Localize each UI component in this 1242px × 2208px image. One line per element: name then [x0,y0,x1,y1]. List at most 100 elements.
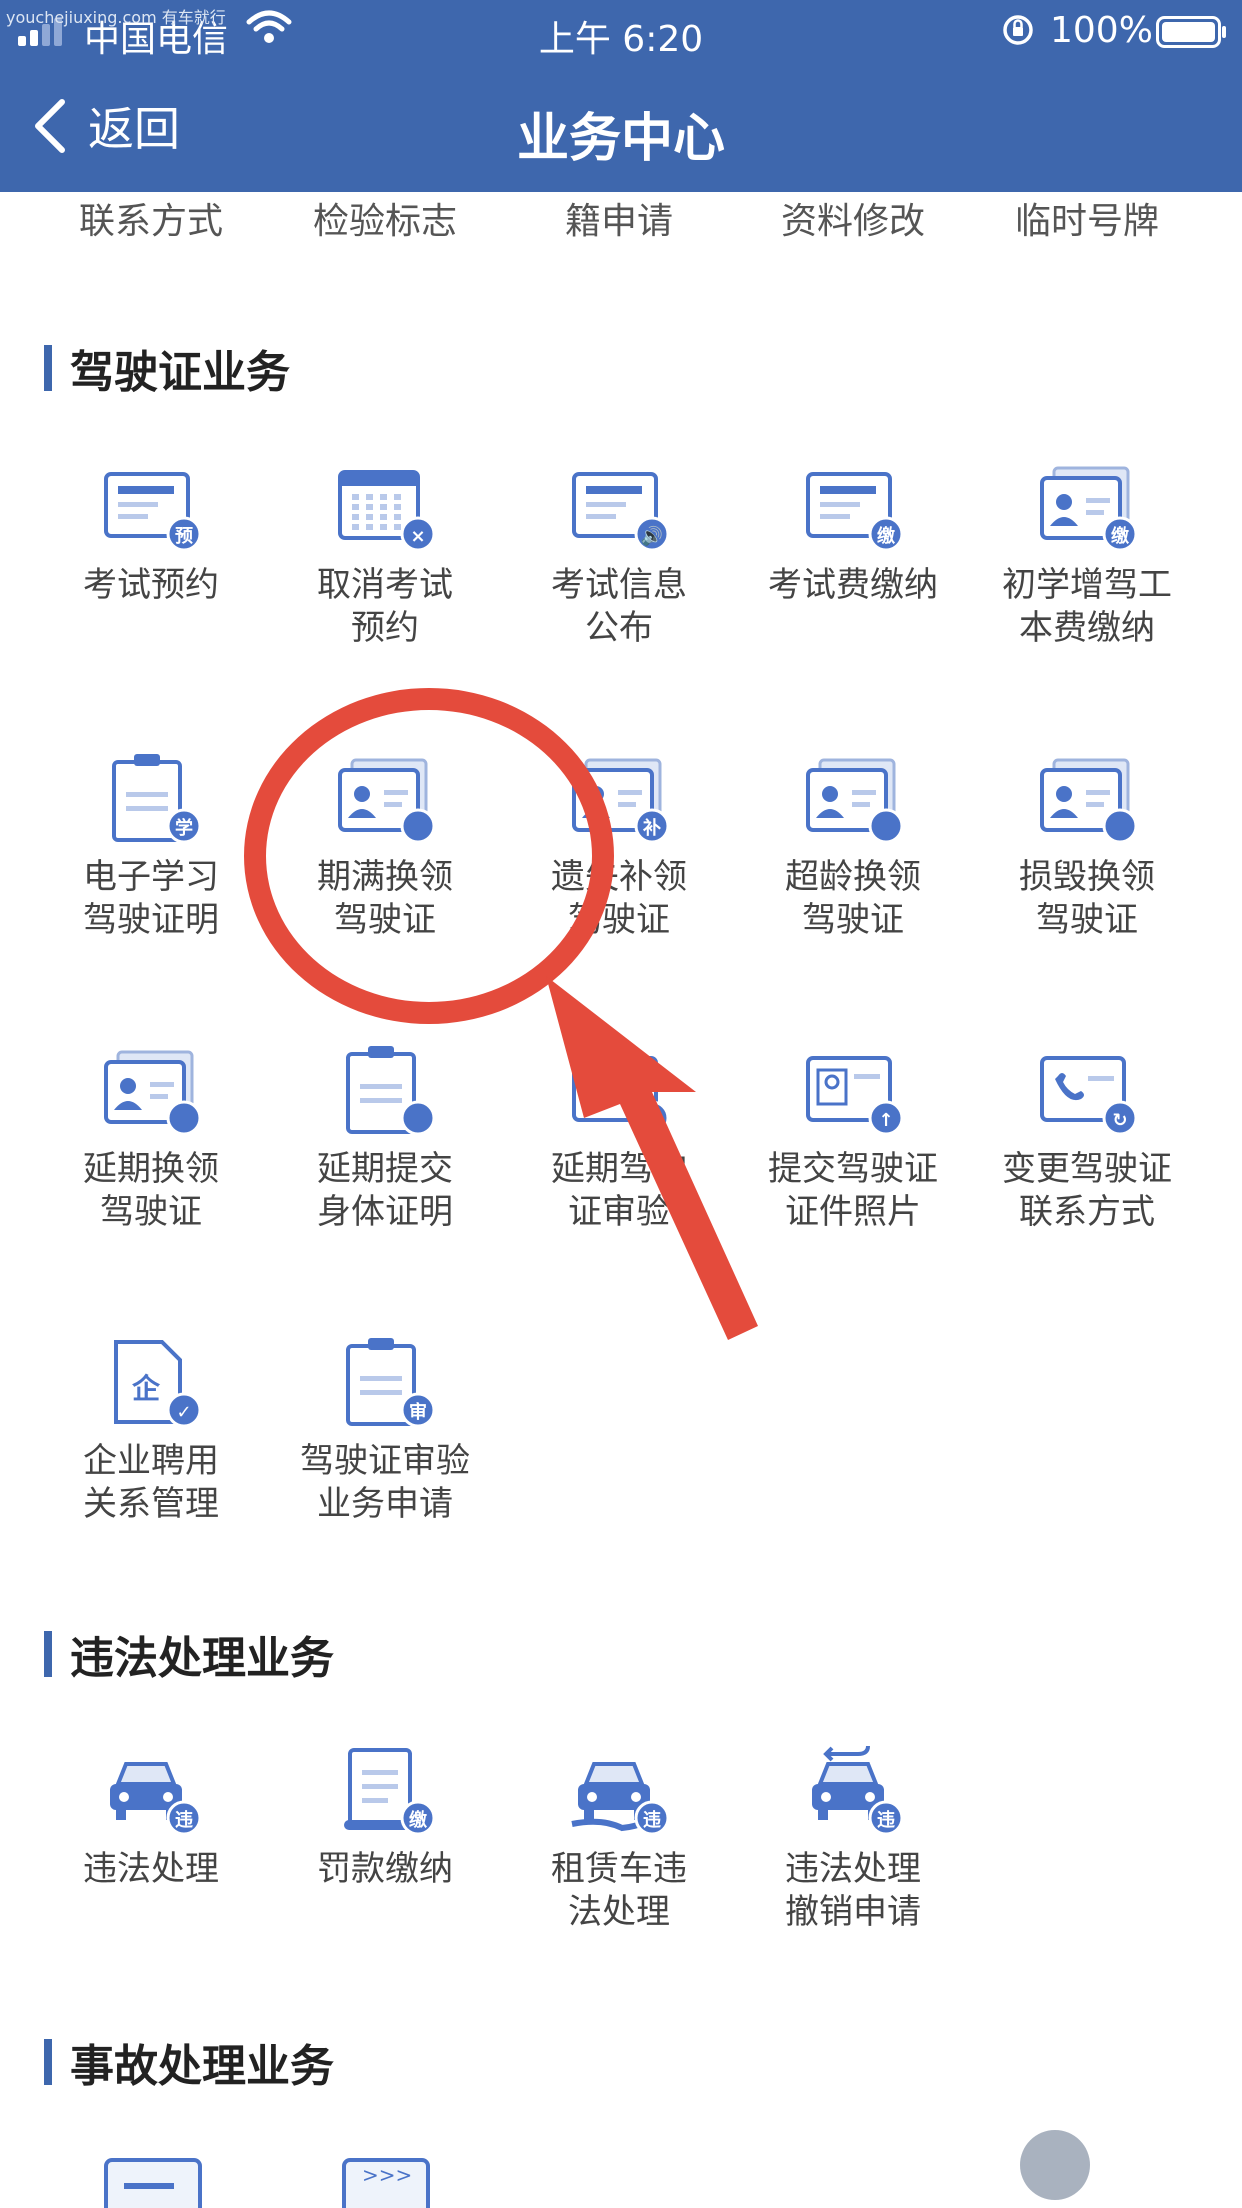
label-line: 提交驾驶证 [768,1149,938,1189]
clipboard-icon [330,1040,440,1140]
label-line: 证件照片 [785,1192,921,1232]
section-title-violation: 违法处理业务 [44,1622,334,1686]
label-line: 身体证明 [317,1192,453,1232]
phone-card-icon: ↻ [1032,1040,1142,1140]
svg-text:缴: 缴 [409,1809,428,1831]
service-item[interactable]: 延期提交 身体证明 [268,1040,502,1332]
car-undo-icon: 违 [798,1740,908,1840]
label-line: 电子学习 [83,857,219,897]
svg-text:×: × [410,526,425,547]
service-item[interactable]: ↻ 变更驾驶证 联系方式 [970,1040,1204,1332]
service-item[interactable]: 违违法处理 [34,1740,268,2032]
svg-text:✓: ✓ [176,1402,191,1423]
label-line: 公布 [585,608,653,648]
label-line: 驾驶证审验 [300,1441,470,1481]
label-line: 违法处理 [83,1849,219,1889]
card-icon [564,1040,674,1140]
service-item[interactable]: 缴罚款缴纳 [268,1740,502,2032]
accident-report-icon[interactable]: >>> [342,2156,432,2208]
service-item-label: 电子学习 驾驶证明 [34,856,268,942]
label-line: 考试预约 [83,565,219,605]
section-title-accident: 事故处理业务 [44,2030,334,2094]
service-item-label: 提交驾驶证 证件照片 [736,1148,970,1234]
service-item[interactable]: 违违法处理 撤销申请 [736,1740,970,2032]
svg-text:🔊: 🔊 [641,525,663,547]
label-line: 关系管理 [83,1484,219,1524]
label-line: 企业聘用 [83,1441,219,1481]
scroll-icon: 缴 [330,1740,440,1840]
card-icon: 缴 [798,456,908,556]
svg-text:违: 违 [175,1809,193,1831]
label-line: 租赁车违 [551,1849,687,1889]
label-line: 驾驶证 [100,1192,202,1232]
service-item[interactable]: 损毁换领 驾驶证 [970,748,1204,1040]
svg-text:>>>: >>> [362,2163,412,2187]
svg-text:缴: 缴 [877,525,896,547]
service-item[interactable]: 🔊 考试信息 公布 [502,456,736,748]
service-item[interactable]: 学电子学习 驾驶证明 [34,748,268,1040]
top-item[interactable]: 联系方式 [34,192,268,244]
label-line: 法处理 [568,1892,670,1932]
photo-card-icon: ↑ [798,1040,908,1140]
id-card-icon [1032,748,1142,848]
label-line: 违法处理 [785,1849,921,1889]
car-hand-icon: 违 [564,1740,674,1840]
service-item[interactable]: 审驾驶证审验 业务申请 [268,1332,502,1624]
label-line: 变更驾驶证 [1002,1149,1172,1189]
service-item[interactable]: 延期换领 驾驶证 [34,1040,268,1332]
service-item[interactable]: 预考试预约 [34,456,268,748]
service-item-label: 考试预约 [34,564,268,607]
service-item-label: 企业聘用 关系管理 [34,1440,268,1526]
label-line: 损毁换领 [1019,857,1155,897]
label-line: 考试信息 [551,565,687,605]
top-item[interactable]: 籍申请 [502,192,736,244]
id-card-icon [96,1040,206,1140]
card-icon: 预 [96,456,206,556]
service-item[interactable]: ↑ 提交驾驶证 证件照片 [736,1040,970,1332]
label-line: 业务申请 [317,1484,453,1524]
top-item[interactable]: 资料修改 [736,192,970,244]
label-line: 延期驾驶 [551,1149,687,1189]
service-item-label: 违法处理 [34,1848,268,1891]
service-item-label: 初学增驾工 本费缴纳 [970,564,1204,650]
license-grid: 预考试预约 × 取消考试 预约 🔊 考试信息 公布缴考试费缴纳缴初学增驾工 本费缴纳学电子学习… [34,456,1204,1624]
svg-text:缴: 缴 [1111,525,1130,547]
service-item-label: 超龄换领 驾驶证 [736,856,970,942]
service-item[interactable]: 违租赁车违 法处理 [502,1740,736,2032]
top-item[interactable]: 检验标志 [268,192,502,244]
car-icon: 违 [96,1740,206,1840]
top-item[interactable]: 临时号牌 [970,192,1204,244]
accident-icon[interactable] [104,2156,204,2208]
svg-text:企: 企 [132,1372,161,1405]
label-line: 本费缴纳 [1019,608,1155,648]
label-line: 考试费缴纳 [768,565,938,605]
label-line: 延期换领 [83,1149,219,1189]
service-item-label: 延期换领 驾驶证 [34,1148,268,1234]
service-item[interactable]: 缴考试费缴纳 [736,456,970,748]
rotation-lock-icon [1000,12,1036,57]
service-item[interactable]: 企 ✓ 企业聘用 关系管理 [34,1332,268,1624]
service-item-label: 变更驾驶证 联系方式 [970,1148,1204,1234]
label-line: 初学增驾工 [1002,565,1172,605]
watermark: youchejiuxing.com 有车就行 [6,8,226,27]
service-item-label: 延期驾驶 证审验 [502,1148,736,1234]
calendar-icon: × [330,456,440,556]
service-item-label: 驾驶证审验 业务申请 [268,1440,502,1526]
service-item-label: 损毁换领 驾驶证 [970,856,1204,942]
label-line: 超龄换领 [785,857,921,897]
label-line: 驾驶证明 [83,900,219,940]
service-item-label: 延期提交 身体证明 [268,1148,502,1234]
service-item-label: 罚款缴纳 [268,1848,502,1891]
svg-text:预: 预 [175,526,193,547]
label-line: 驾驶证 [1036,900,1138,940]
floating-assist-button[interactable] [1020,2130,1090,2200]
label-line: 联系方式 [1019,1192,1155,1232]
service-item[interactable]: 延期驾驶 证审验 [502,1040,736,1332]
svg-text:学: 学 [175,817,193,839]
svg-text:审: 审 [409,1401,427,1423]
label-line: 证审验 [568,1192,670,1232]
clipboard-icon: 审 [330,1332,440,1432]
service-item[interactable]: 超龄换领 驾驶证 [736,748,970,1040]
service-item[interactable]: 缴初学增驾工 本费缴纳 [970,456,1204,748]
battery-percent: 100% [1050,10,1153,51]
